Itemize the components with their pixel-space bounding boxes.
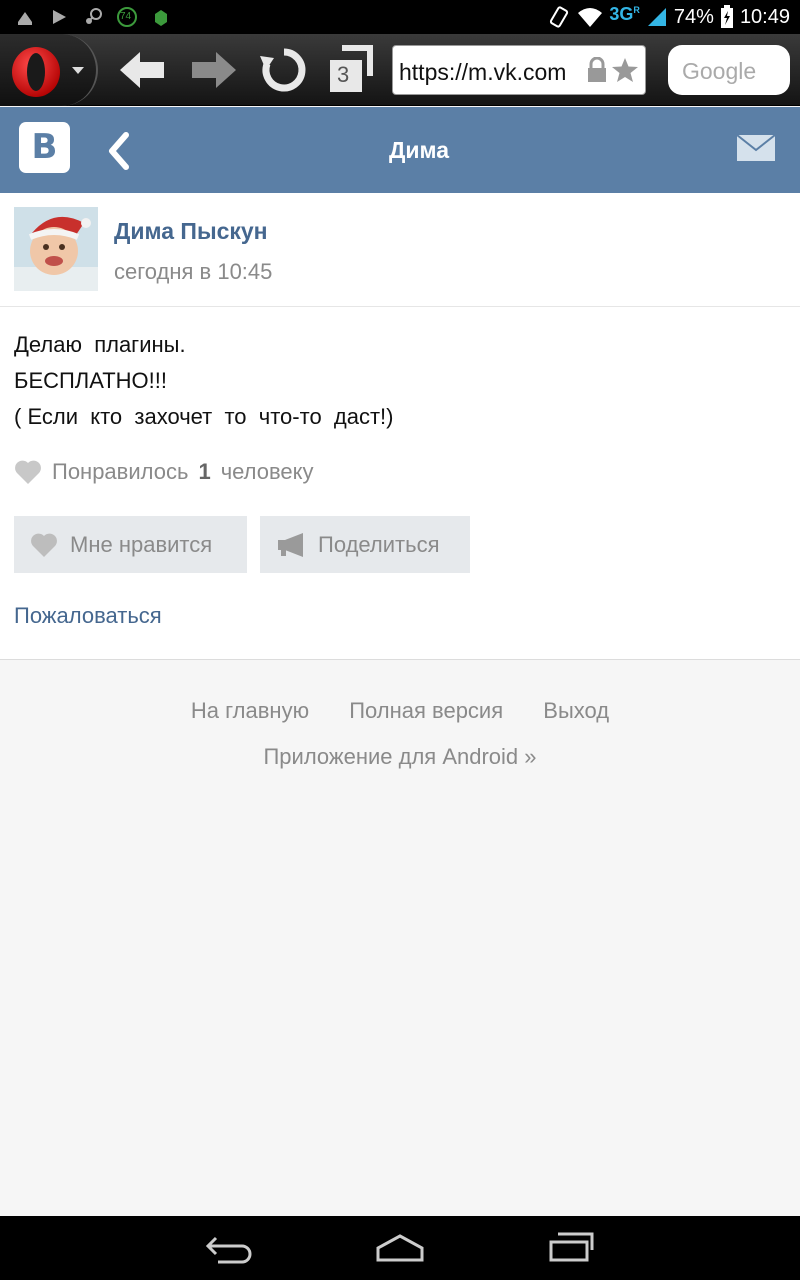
lock-icon — [588, 57, 606, 82]
footer-link-logout[interactable]: Выход — [543, 698, 609, 723]
battery-saver-value: 74 — [120, 11, 132, 22]
tabs-count: 3 — [337, 62, 350, 87]
back-arrow-icon[interactable] — [116, 44, 168, 96]
post-author-block: Дима Пыскун сегодня в 10:45 — [0, 193, 800, 307]
nav-home-icon[interactable] — [374, 1230, 426, 1266]
usb-debug-icon — [18, 12, 32, 25]
android-icon — [155, 10, 167, 26]
share-button[interactable]: Поделиться — [260, 516, 470, 573]
mail-icon[interactable] — [736, 134, 776, 162]
author-name-link[interactable]: Дима Пыскун — [114, 218, 268, 245]
chevron-down-icon — [72, 67, 84, 74]
likes-prefix: Понравилось — [52, 459, 189, 484]
post-text: Делаю плагины. БЕСПЛАТНО!!! ( Если кто з… — [14, 332, 394, 429]
address-bar[interactable]: https://m.vk.com — [392, 45, 646, 95]
likes-count: 1 — [198, 459, 211, 484]
battery-saver-icon: 74 — [116, 6, 138, 28]
clock: 10:49 — [739, 5, 790, 28]
url-text: https://m.vk.com — [399, 59, 567, 85]
play-store-icon — [53, 10, 66, 24]
signal-icon — [647, 8, 666, 26]
footer-link-home[interactable]: На главную — [191, 698, 309, 723]
back-chevron-icon[interactable] — [104, 131, 136, 171]
vk-header: Дима B — [0, 107, 800, 193]
network-type: 3GR — [609, 3, 640, 24]
opera-logo-icon — [12, 47, 60, 97]
search-input[interactable]: Google — [668, 45, 790, 95]
nav-back-icon[interactable] — [204, 1230, 254, 1266]
star-bookmark-icon[interactable] — [611, 57, 639, 83]
rotation-icon — [550, 6, 569, 28]
wifi-icon — [578, 8, 603, 27]
browser-toolbar: 3 https://m.vk.com Google — [0, 34, 800, 106]
wall-post: Дима Пыскун сегодня в 10:45 Делаю плагин… — [0, 193, 800, 660]
tabs-button[interactable]: 3 — [326, 44, 378, 96]
battery-percent: 74% — [673, 5, 714, 28]
footer-links: На главную Полная версия Выход — [0, 698, 800, 728]
likes-suffix: человеку — [220, 459, 314, 484]
steam-icon — [86, 8, 102, 24]
nav-recents-icon[interactable] — [548, 1230, 596, 1266]
battery-icon — [720, 5, 733, 28]
status-bar: 74 3GR 74% 10:49 — [0, 0, 800, 34]
footer-link-full-version[interactable]: Полная версия — [349, 698, 503, 723]
tabs-icon — [330, 45, 373, 92]
heart-icon — [31, 533, 57, 557]
opera-menu-button[interactable] — [0, 34, 98, 106]
notification-icons: 74 — [14, 5, 172, 29]
like-button[interactable]: Мне нравится — [14, 516, 247, 573]
android-nav-bar — [0, 1216, 800, 1280]
avatar-photo — [14, 207, 98, 291]
avatar[interactable] — [14, 207, 98, 291]
search-placeholder: Google — [682, 58, 757, 84]
vk-logo-icon[interactable]: B — [19, 122, 70, 173]
footer-link-android-app[interactable]: Приложение для Android » — [0, 744, 800, 770]
share-button-label: Поделиться — [318, 531, 440, 557]
post-timestamp[interactable]: сегодня в 10:45 — [114, 259, 272, 285]
forward-arrow-icon[interactable] — [188, 44, 240, 96]
like-button-label: Мне нравится — [70, 531, 213, 557]
report-link[interactable]: Пожаловаться — [14, 603, 162, 629]
system-icons: 3GR 74% 10:49 — [547, 0, 790, 34]
reload-icon[interactable] — [258, 44, 310, 96]
likes-summary[interactable]: Понравилось 1 человеку — [14, 459, 314, 485]
heart-icon — [15, 460, 41, 484]
megaphone-icon — [278, 532, 303, 557]
